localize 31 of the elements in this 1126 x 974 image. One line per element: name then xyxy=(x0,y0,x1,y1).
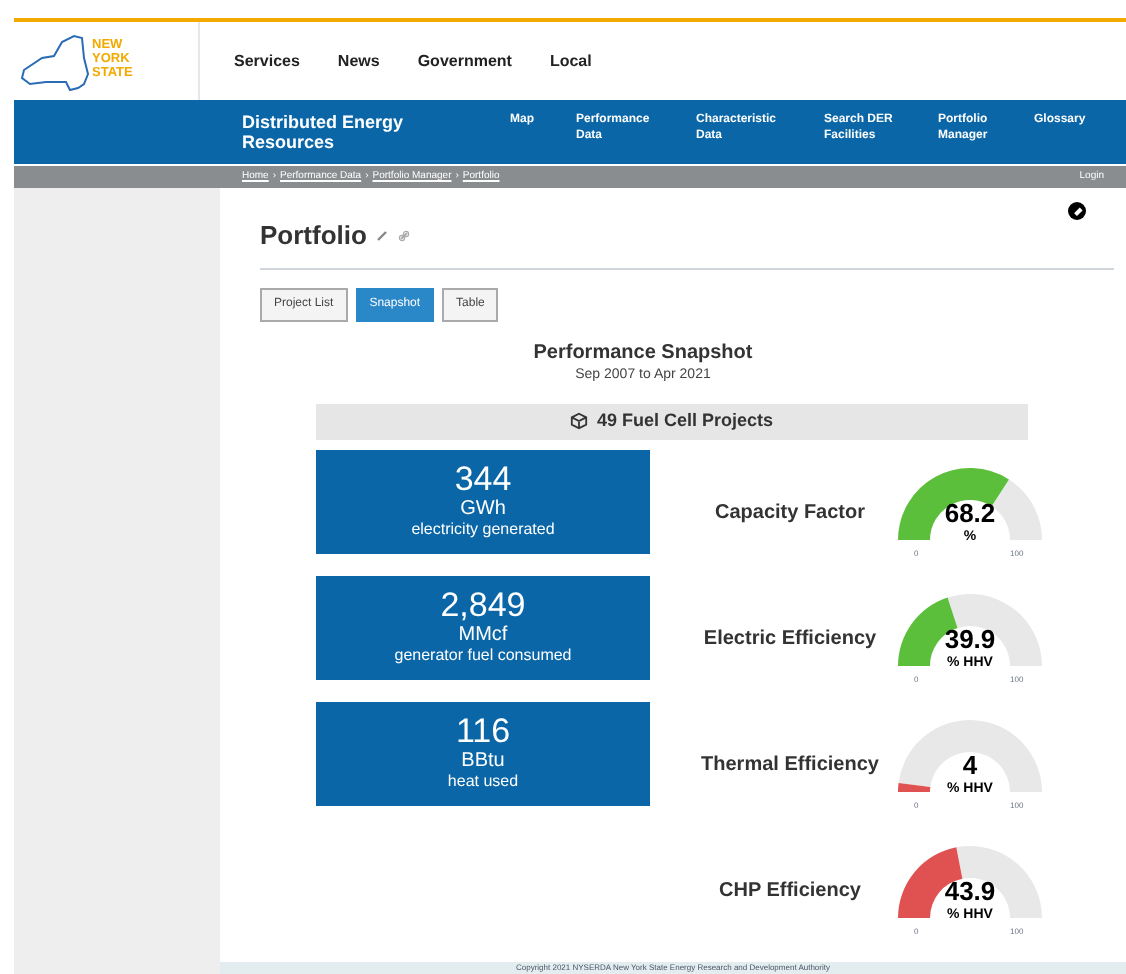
total-caption: electricity generated xyxy=(411,520,555,540)
total-value: 2,849 xyxy=(440,588,526,624)
top-nav-link[interactable]: News xyxy=(337,49,380,73)
gauge-track xyxy=(991,479,1042,540)
gauge-label: Thermal Efficiency xyxy=(699,751,881,779)
total-unit: GWh xyxy=(460,498,506,520)
gauge-label: Electric Efficiency xyxy=(701,625,879,653)
top-nav-link[interactable]: Government xyxy=(417,49,512,73)
gauge-value: 39.9 xyxy=(944,626,996,654)
page-title: Portfolio xyxy=(260,218,367,254)
pencil-icon[interactable] xyxy=(376,229,389,242)
snapshot-title: Performance Snapshot xyxy=(533,339,753,365)
total-value: 116 xyxy=(455,714,511,750)
top-nav-link[interactable]: Local xyxy=(549,49,592,73)
top-nav-link[interactable]: Services xyxy=(234,49,300,73)
gauge-track xyxy=(898,720,1042,792)
total-caption: heat used xyxy=(447,772,519,792)
gauge-value: 43.9 xyxy=(944,878,996,906)
compass-icon[interactable] xyxy=(1068,202,1086,220)
cube-icon xyxy=(570,412,589,430)
gauge-value: 4 xyxy=(962,752,978,780)
gauge-value: 68.2 xyxy=(944,500,996,528)
total-value: 344 xyxy=(454,462,512,498)
total-caption: generator fuel consumed xyxy=(394,646,572,666)
link-icon[interactable] xyxy=(398,229,411,242)
total-unit: BBtu xyxy=(461,750,505,772)
gauge-label: CHP Efficiency xyxy=(717,877,863,905)
site-title[interactable]: Distributed Energy Resources xyxy=(242,112,462,152)
gauge-label: Capacity Factor xyxy=(712,499,868,527)
total-unit: MMcf xyxy=(458,624,508,646)
projects-count: 49 Fuel Cell Projects xyxy=(596,407,774,434)
